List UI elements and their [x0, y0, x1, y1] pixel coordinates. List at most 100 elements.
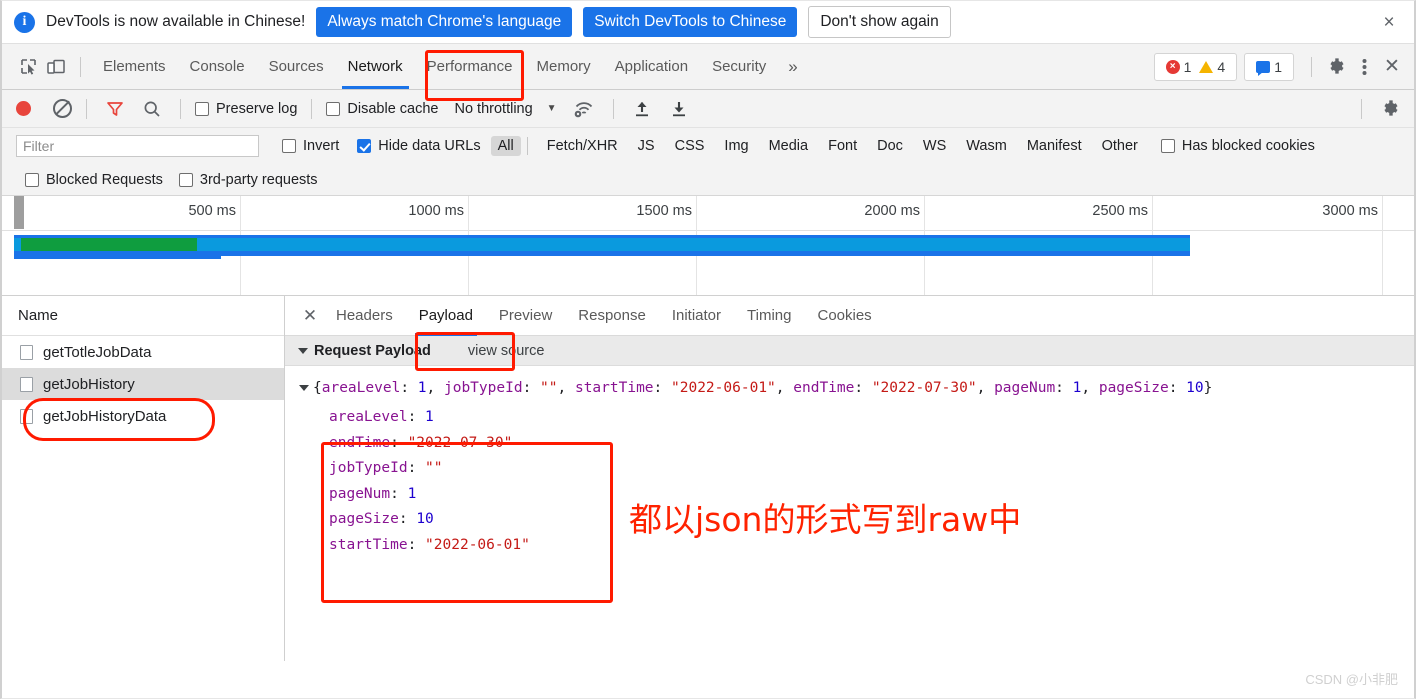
network-settings-gear-icon[interactable]: [1376, 96, 1404, 122]
panel-tabs: Elements Console Sources Network Perform…: [91, 44, 808, 89]
tab-console[interactable]: Console: [178, 44, 257, 89]
hide-data-urls-checkbox[interactable]: [357, 139, 372, 153]
clear-button[interactable]: [53, 99, 72, 118]
filter-input[interactable]: [16, 135, 259, 157]
tabstrip-divider: [1311, 56, 1312, 77]
detail-tab-headers[interactable]: Headers: [323, 296, 406, 336]
tab-application[interactable]: Application: [603, 44, 700, 89]
message-counts[interactable]: 1: [1244, 52, 1294, 81]
filter-type-manifest[interactable]: Manifest: [1020, 136, 1089, 156]
close-detail-icon[interactable]: ✕: [297, 303, 323, 329]
always-match-language-button[interactable]: Always match Chrome's language: [316, 6, 573, 38]
blocked-requests-label[interactable]: Blocked Requests: [46, 172, 163, 188]
disable-cache-label[interactable]: Disable cache: [347, 101, 438, 117]
disable-cache-checkbox[interactable]: [326, 101, 341, 116]
overview-tick-label: 3000 ms: [1322, 203, 1378, 219]
view-source-link[interactable]: view source: [468, 343, 545, 359]
request-row-getjobhistorydata[interactable]: getJobHistoryData: [2, 400, 284, 432]
payload-property-endtime: endTime: "2022-07-30": [329, 434, 513, 451]
detail-tab-payload[interactable]: Payload: [406, 296, 486, 336]
error-count-value: 1: [1183, 58, 1192, 75]
chevron-down-icon[interactable]: [298, 347, 308, 354]
detail-tab-timing[interactable]: Timing: [734, 296, 804, 336]
chevron-down-icon[interactable]: ▼: [547, 103, 557, 114]
detail-tab-cookies[interactable]: Cookies: [804, 296, 884, 336]
tab-sources[interactable]: Sources: [257, 44, 336, 89]
warning-count-item[interactable]: 4: [1199, 59, 1225, 75]
import-har-icon[interactable]: [628, 96, 656, 122]
tabstrip-right-controls: × 1 4 1 ✕: [1153, 52, 1406, 81]
filter-divider: [526, 137, 528, 155]
filter-type-css[interactable]: CSS: [668, 136, 712, 156]
has-blocked-cookies-label[interactable]: Has blocked cookies: [1182, 138, 1315, 154]
warning-count-value: 4: [1217, 58, 1226, 75]
filter-type-doc[interactable]: Doc: [870, 136, 910, 156]
more-tabs-icon[interactable]: »: [778, 57, 807, 77]
error-count-item[interactable]: × 1: [1165, 58, 1192, 75]
detail-tab-initiator[interactable]: Initiator: [659, 296, 734, 336]
tab-memory[interactable]: Memory: [525, 44, 603, 89]
filter-type-ws[interactable]: WS: [916, 136, 953, 156]
preserve-log-label[interactable]: Preserve log: [216, 101, 297, 117]
switch-devtools-chinese-button[interactable]: Switch DevTools to Chinese: [583, 6, 798, 38]
speech-bubble-icon: [1256, 60, 1271, 76]
request-payload-section-header[interactable]: Request Payload view source: [285, 336, 1414, 366]
language-infobar: i DevTools is now available in Chinese! …: [2, 1, 1414, 44]
blocked-requests-group[interactable]: Blocked Requests: [25, 172, 163, 188]
hide-data-urls-label[interactable]: Hide data URLs: [378, 138, 480, 154]
hide-data-urls-group[interactable]: Hide data URLs: [357, 138, 481, 154]
invert-checkbox[interactable]: [282, 139, 296, 153]
third-party-requests-group[interactable]: 3rd-party requests: [178, 172, 318, 188]
error-icon: ×: [1165, 59, 1180, 74]
filter-type-all[interactable]: All: [490, 136, 521, 156]
tab-network[interactable]: Network: [336, 44, 415, 89]
disable-cache-group[interactable]: Disable cache: [326, 101, 438, 117]
network-overview[interactable]: 500 ms 1000 ms 1500 ms 2000 ms 2500 ms 3…: [2, 196, 1414, 296]
filter-type-other[interactable]: Other: [1095, 136, 1145, 156]
has-blocked-cookies-group[interactable]: Has blocked cookies: [1160, 138, 1315, 154]
preserve-log-checkbox[interactable]: [195, 101, 209, 116]
filter-type-img[interactable]: Img: [717, 136, 755, 156]
filter-type-font[interactable]: Font: [821, 136, 864, 156]
issue-counts[interactable]: × 1 4: [1153, 52, 1238, 81]
chevron-down-icon[interactable]: [299, 385, 309, 391]
kebab-menu-icon[interactable]: [1350, 54, 1378, 80]
payload-summary-line[interactable]: {areaLevel: 1, jobTypeId: "", startTime:…: [299, 376, 1414, 401]
has-blocked-cookies-checkbox[interactable]: [1160, 139, 1175, 153]
search-icon[interactable]: [138, 96, 166, 122]
request-row-gettotlejobdata[interactable]: getTotleJobData: [2, 336, 284, 368]
third-party-requests-label[interactable]: 3rd-party requests: [200, 172, 318, 188]
invert-label[interactable]: Invert: [303, 138, 339, 154]
dont-show-again-button[interactable]: Don't show again: [808, 5, 951, 39]
payload-property-jobtypeid: jobTypeId: "": [329, 460, 443, 476]
network-conditions-icon[interactable]: [571, 96, 599, 122]
filter-type-wasm[interactable]: Wasm: [959, 136, 1014, 156]
tab-elements[interactable]: Elements: [91, 44, 178, 89]
filter-type-fetch-xhr[interactable]: Fetch/XHR: [540, 136, 625, 156]
device-toolbar-icon[interactable]: [42, 54, 70, 80]
invert-group[interactable]: Invert: [282, 138, 339, 154]
tab-performance[interactable]: Performance: [415, 44, 525, 89]
export-har-icon[interactable]: [665, 96, 693, 122]
blocked-requests-checkbox[interactable]: [25, 172, 39, 187]
tab-security[interactable]: Security: [700, 44, 778, 89]
third-party-requests-checkbox[interactable]: [178, 172, 193, 187]
filter-type-js[interactable]: JS: [631, 136, 662, 156]
column-header-name: Name: [18, 307, 59, 324]
close-icon[interactable]: ×: [1378, 11, 1400, 33]
overview-window-handle[interactable]: [14, 196, 24, 229]
detail-tab-preview[interactable]: Preview: [486, 296, 565, 336]
inspect-element-icon[interactable]: [14, 54, 42, 80]
filter-funnel-icon[interactable]: [101, 96, 129, 122]
record-button[interactable]: [16, 101, 31, 116]
detail-tab-response[interactable]: Response: [565, 296, 659, 336]
detail-tabstrip: ✕ Headers Payload Preview Response Initi…: [285, 296, 1414, 336]
message-count-item[interactable]: 1: [1256, 59, 1282, 76]
preserve-log-group[interactable]: Preserve log: [195, 101, 297, 117]
throttling-select[interactable]: No throttling: [454, 101, 532, 117]
gear-icon[interactable]: [1322, 54, 1350, 80]
filter-type-media[interactable]: Media: [762, 136, 816, 156]
toolbar-divider-4: [612, 98, 614, 119]
request-row-getjobhistory[interactable]: getJobHistory: [2, 368, 284, 400]
close-devtools-icon[interactable]: ✕: [1378, 54, 1406, 80]
